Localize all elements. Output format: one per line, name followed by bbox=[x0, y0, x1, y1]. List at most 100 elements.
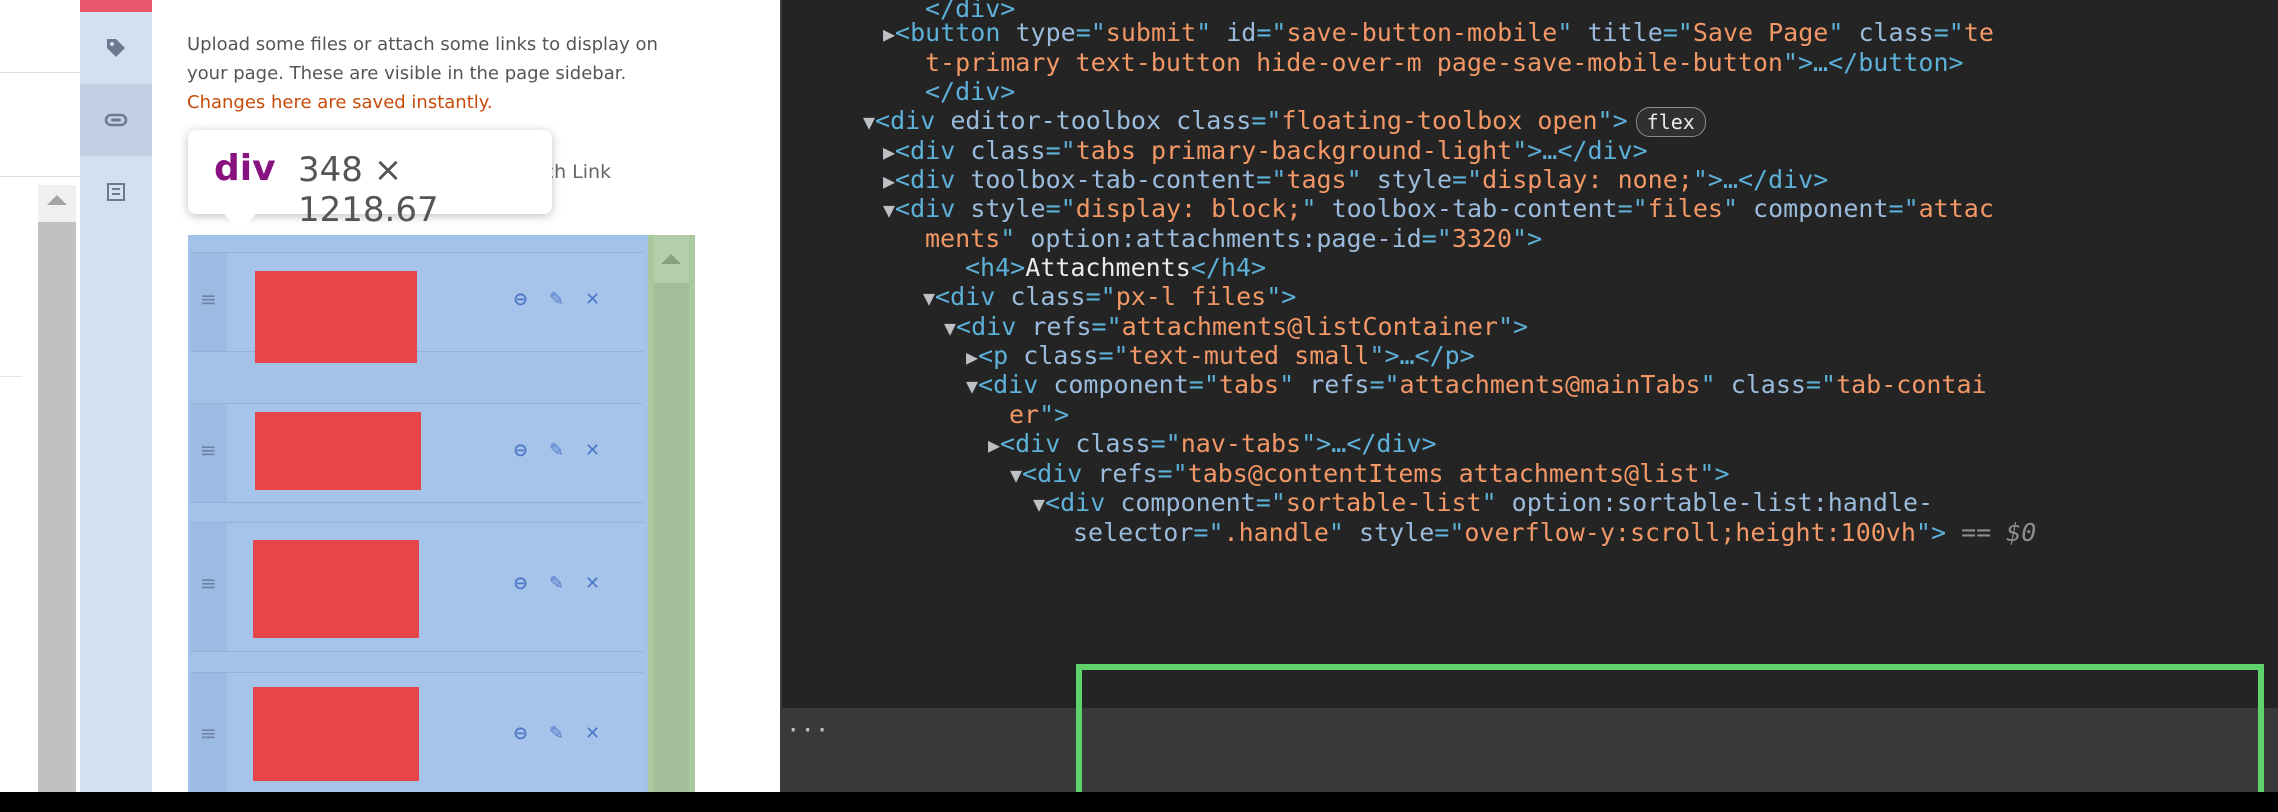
link-icon[interactable]: ⊖ bbox=[513, 721, 528, 747]
toolbox-tab-top-accent bbox=[80, 0, 152, 12]
dom-token: " bbox=[1700, 370, 1731, 399]
inspect-dimensions-tooltip: div 348 × 1218.67 bbox=[188, 130, 552, 230]
attachment-thumbnail bbox=[253, 540, 419, 638]
expand-triangle-down-icon[interactable]: ▼ bbox=[966, 374, 978, 398]
divider bbox=[0, 176, 80, 177]
dom-token: " bbox=[1722, 194, 1754, 223]
node-ellipsis-button[interactable]: ··· bbox=[786, 716, 829, 744]
tab-tags[interactable] bbox=[80, 12, 152, 84]
selection-annotation-frame bbox=[1076, 664, 2264, 804]
delete-icon[interactable]: ✕ bbox=[585, 721, 600, 747]
intro-notice: Changes here are saved instantly. bbox=[187, 92, 493, 113]
tab-files[interactable] bbox=[80, 84, 152, 156]
attachment-thumbnail bbox=[253, 687, 419, 781]
expand-triangle-down-icon[interactable]: ▼ bbox=[863, 110, 875, 134]
page-viewport: Upload some files or attach some links t… bbox=[0, 0, 780, 792]
tooltip-size: 348 × 1218.67 bbox=[298, 150, 439, 230]
expand-triangle-right-icon[interactable]: ▶ bbox=[988, 433, 1000, 457]
attachment-thumbnail bbox=[255, 412, 421, 490]
edit-icon[interactable]: ✎ bbox=[549, 438, 564, 464]
drag-handle-column[interactable]: ≡ bbox=[191, 523, 227, 651]
scrollbar-thumb[interactable] bbox=[654, 283, 689, 792]
dom-token: tab-contai bbox=[1836, 370, 1987, 399]
delete-icon[interactable]: ✕ bbox=[585, 571, 600, 597]
dom-token: class bbox=[1730, 370, 1806, 399]
edit-icon[interactable]: ✎ bbox=[549, 721, 564, 747]
dom-token: component bbox=[1053, 370, 1189, 399]
expand-triangle-down-icon[interactable]: ▼ bbox=[944, 316, 956, 340]
intro-text: Upload some files or attach some links t… bbox=[187, 34, 658, 84]
dom-token: selector bbox=[1073, 518, 1194, 547]
dom-token: "> bbox=[1915, 518, 1947, 547]
page-scrollbar[interactable] bbox=[38, 185, 76, 792]
dom-token: attac bbox=[1918, 194, 1994, 223]
attachment-item[interactable]: ≡ ⊖ ✎ ✕ bbox=[191, 403, 643, 503]
tab-navigation[interactable] bbox=[80, 156, 152, 228]
delete-icon[interactable]: ✕ bbox=[585, 438, 600, 464]
dom-token: te bbox=[1963, 18, 1994, 47]
dom-token: t-primary text-button hide-over-m page-s… bbox=[925, 48, 1783, 77]
dom-node-line[interactable]: t-primary text-button hide-over-m page-s… bbox=[925, 42, 1964, 84]
attachment-item[interactable]: ≡ ⊖ ✎ ✕ bbox=[191, 522, 643, 652]
drag-handle-icon[interactable]: ≡ bbox=[200, 440, 217, 460]
attachments-intro-text: Upload some files or attach some links t… bbox=[187, 30, 697, 117]
divider bbox=[0, 376, 22, 377]
edit-icon[interactable]: ✎ bbox=[549, 287, 564, 313]
tag-icon bbox=[107, 39, 125, 57]
link-icon[interactable]: ⊖ bbox=[513, 571, 528, 597]
dom-token: =" bbox=[1188, 370, 1219, 399]
expand-triangle-down-icon[interactable]: ▼ bbox=[923, 286, 935, 310]
dom-token: =" bbox=[1421, 224, 1452, 253]
page-right-gap bbox=[730, 0, 780, 792]
tooltip-tag-name: div bbox=[214, 148, 276, 189]
drag-handle-column[interactable]: ≡ bbox=[191, 404, 227, 502]
attachment-item[interactable]: ≡ ⊖ ✎ ✕ bbox=[191, 672, 643, 792]
dom-node-line[interactable]: selector=".handle" style="overflow-y:scr… bbox=[1073, 512, 2036, 554]
dom-token: "> bbox=[1512, 224, 1543, 253]
dom-token: files bbox=[1647, 194, 1723, 223]
link-icon[interactable]: ⊖ bbox=[513, 438, 528, 464]
dom-token: attachments@mainTabs bbox=[1399, 370, 1701, 399]
expand-triangle-down-icon[interactable]: ▼ bbox=[883, 198, 895, 222]
drag-handle-icon[interactable]: ≡ bbox=[200, 289, 217, 309]
dom-token: .handle bbox=[1223, 518, 1329, 547]
dom-token: "> bbox=[1497, 312, 1529, 341]
panel-divider[interactable] bbox=[780, 0, 782, 792]
screen-bottom-edge bbox=[0, 792, 2278, 812]
navigation-icon bbox=[107, 183, 125, 201]
expand-triangle-right-icon[interactable]: ▶ bbox=[883, 22, 895, 46]
dom-token: style bbox=[1359, 518, 1435, 547]
dom-token: tabs bbox=[1218, 370, 1280, 399]
dom-token: =" bbox=[1434, 518, 1465, 547]
drag-handle-icon[interactable]: ≡ bbox=[200, 573, 217, 593]
dom-node-line[interactable]: ▼<div component="tabs" refs="attachments… bbox=[966, 364, 1987, 406]
dom-token: =" bbox=[1888, 194, 1919, 223]
scroll-up-arrow-icon[interactable] bbox=[47, 195, 67, 205]
edit-icon[interactable]: ✎ bbox=[549, 571, 564, 597]
dom-token: =" bbox=[1805, 370, 1837, 399]
dom-token: " bbox=[1328, 518, 1359, 547]
divider bbox=[0, 72, 80, 73]
dom-token: overflow-y:scroll;height:100vh bbox=[1464, 518, 1916, 547]
expand-triangle-down-icon[interactable]: ▼ bbox=[1010, 463, 1022, 487]
paperclip-icon bbox=[104, 113, 128, 127]
scroll-up-arrow-icon[interactable] bbox=[661, 254, 681, 264]
drag-handle-column[interactable]: ≡ bbox=[191, 673, 227, 792]
selected-node-marker: == $0 bbox=[1946, 518, 2037, 547]
dom-token: =" bbox=[1369, 370, 1400, 399]
attachment-item[interactable]: ≡ ⊖ ✎ ✕ bbox=[191, 252, 643, 363]
dom-token: 3320 bbox=[1451, 224, 1513, 253]
toolbox-tabs bbox=[80, 0, 152, 792]
list-scrollbar[interactable] bbox=[654, 235, 689, 792]
dom-token: =" bbox=[1193, 518, 1224, 547]
expand-triangle-down-icon[interactable]: ▼ bbox=[1033, 492, 1045, 516]
dom-token: ">…</button> bbox=[1782, 48, 1964, 77]
dom-token: refs bbox=[1309, 370, 1370, 399]
link-icon[interactable]: ⊖ bbox=[513, 287, 528, 313]
delete-icon[interactable]: ✕ bbox=[585, 287, 600, 313]
dom-token: =" bbox=[1617, 194, 1648, 223]
drag-handle-column[interactable]: ≡ bbox=[191, 253, 227, 351]
drag-handle-icon[interactable]: ≡ bbox=[200, 723, 217, 743]
scrollbar-thumb[interactable] bbox=[38, 222, 76, 792]
dom-token: component bbox=[1753, 194, 1889, 223]
